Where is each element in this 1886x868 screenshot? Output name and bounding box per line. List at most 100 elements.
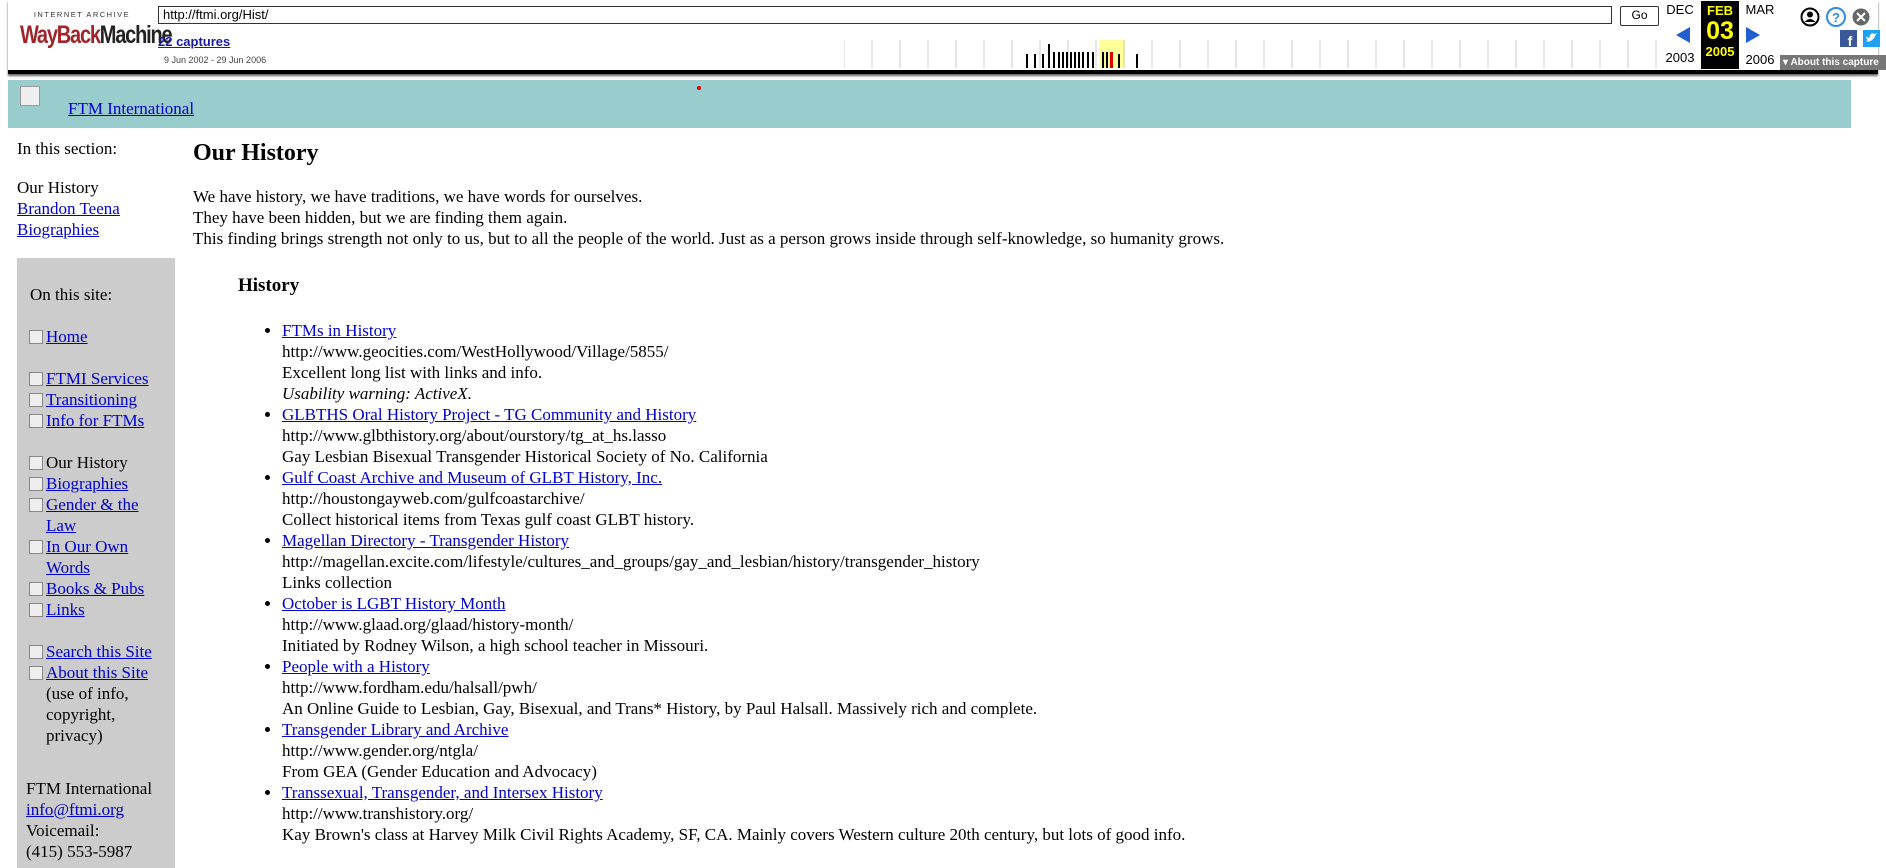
sidebar-item-transitioning[interactable]: Transitioning — [29, 389, 169, 410]
broken-image-icon — [29, 603, 43, 617]
help-icon[interactable]: ? — [1826, 7, 1846, 27]
broken-image-icon — [29, 498, 43, 512]
capture-sparkline[interactable] — [844, 38, 1684, 68]
entry-title-link[interactable]: Transsexual, Transgender, and Intersex H… — [282, 783, 603, 802]
sidebar-item-label[interactable]: Biographies — [46, 474, 128, 493]
sidebar-item-label[interactable]: In Our Own Words — [46, 537, 128, 577]
sidebar-item-in-our-own-words[interactable]: In Our Own Words — [29, 536, 169, 578]
entry-title-link[interactable]: October is LGBT History Month — [282, 594, 506, 613]
svg-text:f: f — [1848, 33, 1853, 49]
entry-title-link[interactable]: People with a History — [282, 657, 430, 676]
prev-year-label[interactable]: 2003 — [1658, 50, 1702, 65]
sidebar-nav: Home FTMI Services Transitioning Info fo… — [29, 326, 169, 746]
section-title: History — [238, 275, 300, 296]
sidebar-contact: FTM International info@ftmi.org Voicemai… — [26, 778, 171, 862]
site-title-link[interactable]: FTM International — [68, 99, 194, 119]
list-item: Transgender Library and Archive http://w… — [282, 719, 1882, 782]
entry-title-link[interactable]: Gulf Coast Archive and Museum of GLBT Hi… — [282, 468, 662, 487]
svg-text:?: ? — [1832, 10, 1840, 25]
broken-image-icon — [29, 393, 43, 407]
capture-range: 9 Jun 2002 - 29 Jun 2006 — [164, 55, 267, 65]
broken-image-icon — [29, 477, 43, 491]
section-link-brandon-teena[interactable]: Brandon Teena — [17, 199, 120, 218]
list-item: People with a History http://www.fordham… — [282, 656, 1882, 719]
logo-wordmark: WayBackMachine — [20, 21, 173, 50]
voicemail-label: Voicemail: — [26, 821, 100, 840]
entry-title-link[interactable]: Transgender Library and Archive — [282, 720, 508, 739]
sidebar-heading: On this site: — [30, 285, 113, 304]
entry-url: http://www.fordham.edu/halsall/pwh/ — [282, 678, 537, 697]
entry-url: http://www.glaad.org/glaad/history-month… — [282, 615, 574, 634]
sparkline-current-capture — [1110, 52, 1113, 68]
wayback-logo[interactable]: INTERNET ARCHIVE WayBackMachine — [20, 10, 173, 58]
current-capture-date: FEB 03 2005 — [1701, 1, 1739, 69]
sidebar-item-links[interactable]: Links — [29, 599, 169, 620]
facebook-icon[interactable]: f — [1840, 30, 1857, 49]
url-input[interactable]: http://ftmi.org/Hist/ — [158, 6, 1612, 24]
sidebar-item-label[interactable]: Books & Pubs — [46, 579, 144, 598]
main-content: Our History We have history, we have tra… — [193, 138, 1853, 844]
sidebar-item-label[interactable]: FTMI Services — [46, 369, 148, 388]
entry-description: Initiated by Rodney Wilson, a high schoo… — [282, 636, 709, 655]
intro-line: They have been hidden, but we are findin… — [193, 208, 568, 227]
twitter-icon[interactable] — [1863, 30, 1880, 47]
sidebar-item-label: Our History — [46, 453, 128, 472]
sidebar-item-label[interactable]: Info for FTMs — [46, 411, 144, 430]
sidebar-item-label[interactable]: About this Site — [46, 663, 148, 682]
sidebar-item-home[interactable]: Home — [29, 326, 169, 347]
current-month: FEB — [1707, 3, 1733, 18]
sidebar-spacer — [29, 431, 169, 452]
next-year-label[interactable]: 2006 — [1738, 52, 1782, 67]
sidebar-item-biographies[interactable]: Biographies — [29, 473, 169, 494]
toolbar-icons: ? f — [1800, 6, 1886, 59]
sidebar-item-info-for-ftms[interactable]: Info for FTMs — [29, 410, 169, 431]
go-button[interactable]: Go — [1620, 6, 1659, 26]
sidebar-item-label[interactable]: Gender & the Law — [46, 495, 139, 535]
sidebar-item-ftmi-services[interactable]: FTMI Services — [29, 368, 169, 389]
sidebar-spacer — [29, 620, 169, 641]
list-item: Magellan Directory - Transgender History… — [282, 530, 1882, 593]
sidebar-item-gender-law[interactable]: Gender & the Law — [29, 494, 169, 536]
sidebar-item-search[interactable]: Search this Site — [29, 641, 169, 662]
broken-image-icon — [29, 540, 43, 554]
sidebar-item-label[interactable]: Search this Site — [46, 642, 152, 661]
sidebar-item-about[interactable]: About this Site — [29, 662, 169, 683]
sidebar-spacer — [29, 347, 169, 368]
entry-description: From GEA (Gender Education and Advocacy) — [282, 762, 597, 781]
section-nav: In this section: Our History Brandon Tee… — [17, 138, 167, 240]
entry-url: http://houstongayweb.com/gulfcoastarchiv… — [282, 489, 585, 508]
close-icon[interactable] — [1852, 8, 1870, 26]
prev-month-label[interactable]: DEC — [1658, 2, 1702, 17]
broken-image-icon — [29, 666, 43, 680]
entry-description: Collect historical items from Texas gulf… — [282, 510, 695, 529]
sidebar-item-label[interactable]: Links — [46, 600, 85, 619]
entry-url: http://www.transhistory.org/ — [282, 804, 474, 823]
sidebar-item-label[interactable]: Home — [46, 327, 88, 346]
history-links-list: FTMs in History http://www.geocities.com… — [238, 320, 1882, 845]
broken-image-icon — [29, 330, 43, 344]
broken-image-icon — [29, 582, 43, 596]
section-link-biographies[interactable]: Biographies — [17, 220, 99, 239]
email-link[interactable]: info@ftmi.org — [26, 800, 124, 819]
entry-title-link[interactable]: FTMs in History — [282, 321, 396, 340]
prev-capture-arrow-icon[interactable] — [1674, 26, 1692, 44]
sidebar-about-note: (use of info, copyright, privacy) — [29, 683, 169, 746]
site-logo-image — [20, 86, 40, 106]
account-icon[interactable] — [1800, 7, 1820, 27]
broken-image-icon — [29, 645, 43, 659]
sidebar-item-books-pubs[interactable]: Books & Pubs — [29, 578, 169, 599]
next-month-label[interactable]: MAR — [1738, 2, 1782, 17]
entry-description: Kay Brown's class at Harvey Milk Civil R… — [282, 825, 1186, 844]
logo-top-text: INTERNET ARCHIVE — [33, 10, 131, 19]
captures-link[interactable]: 22 captures — [158, 34, 230, 49]
broken-image-icon — [29, 372, 43, 386]
about-capture-button[interactable]: ▾ About this capture — [1780, 55, 1886, 70]
entry-url: http://magellan.excite.com/lifestyle/cul… — [282, 552, 980, 571]
org-name: FTM International — [26, 779, 153, 798]
entry-title-link[interactable]: Magellan Directory - Transgender History — [282, 531, 569, 550]
entry-title-link[interactable]: GLBTHS Oral History Project - TG Communi… — [282, 405, 696, 424]
sidebar-item-label[interactable]: Transitioning — [46, 390, 137, 409]
intro-line: We have history, we have traditions, we … — [193, 187, 643, 206]
next-capture-arrow-icon[interactable] — [1744, 26, 1762, 44]
entry-description: Excellent long list with links and info. — [282, 363, 543, 382]
